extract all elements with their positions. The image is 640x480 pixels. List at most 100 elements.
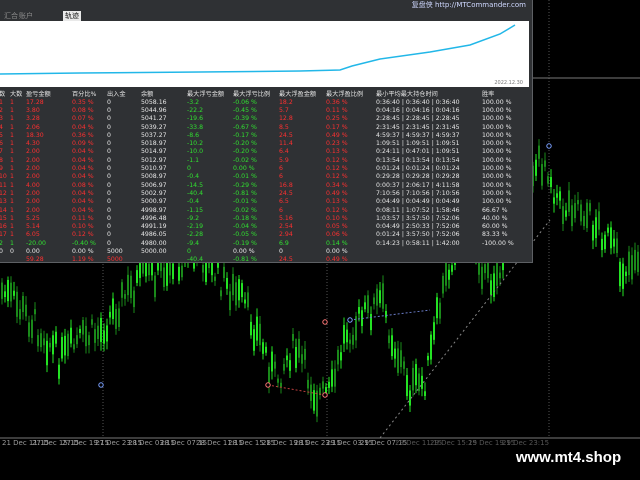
table-cell: 2:28:45 | 2:28:45 | 2:28:45 bbox=[376, 115, 460, 123]
table-cell: 0 bbox=[10, 247, 14, 255]
table-cell: 0.09 % bbox=[72, 140, 94, 148]
table-cell: 0.36 % bbox=[72, 131, 94, 139]
table-cell: 100.00 % bbox=[482, 140, 512, 148]
table-cell: 1 bbox=[10, 156, 14, 164]
table-cell: -40.4 bbox=[187, 189, 204, 197]
table-cell: 1 bbox=[10, 189, 14, 197]
table-cell: 66.67 % bbox=[482, 206, 508, 214]
brand-url[interactable]: http://MTCommander.com bbox=[435, 1, 526, 9]
table-cell bbox=[376, 256, 482, 264]
table-cell: -0.4 bbox=[187, 173, 200, 181]
table-cell: -0.67 % bbox=[233, 123, 257, 131]
table-row: 9 1 2.00 0.04 % 0 5010.97 0 0.00 % 6 0.12 % 0:01:2… bbox=[0, 164, 518, 172]
table-cell: 6 bbox=[279, 173, 283, 181]
table-cell: 0.07 % bbox=[72, 115, 94, 123]
table-cell: 1 bbox=[10, 206, 14, 214]
table-cell: 1 bbox=[10, 231, 14, 239]
table-cell: 0.11 % bbox=[72, 214, 94, 222]
table-cell: 11.4 bbox=[279, 140, 293, 148]
table-cell: 0 bbox=[107, 214, 111, 222]
table-cell: 1:03:57 | 3:57:50 | 7:52:06 bbox=[376, 214, 460, 222]
table-cell: 18.2 bbox=[279, 98, 293, 106]
table-cell: 0.04 % bbox=[72, 198, 94, 206]
table-cell: -0.4 bbox=[187, 198, 200, 206]
table-cell: 6.9 bbox=[279, 239, 289, 247]
table-cell: 100.00 % bbox=[482, 148, 512, 156]
table-cell: -0.02 % bbox=[233, 156, 257, 164]
table-cell: 0 bbox=[107, 206, 111, 214]
table-cell: 60.00 % bbox=[482, 223, 508, 231]
table-cell: 0.49 % bbox=[326, 189, 348, 197]
table-cell: 0.13 % bbox=[326, 198, 348, 206]
table-cell: 2.00 bbox=[26, 189, 40, 197]
table-cell: 0 bbox=[107, 140, 111, 148]
table-row: 2 1 -20.00 -0.40 % 0 4980.00 -9.4 -0.19 % 6.9 0.1… bbox=[0, 239, 518, 247]
table-cell: 0 bbox=[107, 239, 111, 247]
trade-marker[interactable] bbox=[322, 319, 328, 325]
table-cell: -0.04 % bbox=[233, 223, 257, 231]
table-cell: 6.5 bbox=[279, 198, 289, 206]
table-cell: -1.1 bbox=[187, 156, 200, 164]
table-cell: 59.28 bbox=[26, 256, 44, 264]
table-cell: -100.00 % bbox=[482, 239, 514, 247]
table-cell: 0.04 % bbox=[72, 148, 94, 156]
column-header: 最大浮亏比例 bbox=[233, 91, 271, 98]
table-cell: 1 bbox=[10, 223, 14, 231]
table-cell: 0.34 % bbox=[326, 181, 348, 189]
trade-marker[interactable] bbox=[98, 382, 104, 388]
table-cell: 0 bbox=[0, 247, 3, 255]
table-cell: 2.00 bbox=[26, 173, 40, 181]
table-cell: 1.19 % bbox=[72, 256, 94, 264]
table-cell: -0.17 % bbox=[233, 131, 257, 139]
table-cell: -0.01 % bbox=[233, 198, 257, 206]
table-cell: 100.00 % bbox=[482, 181, 512, 189]
table-cell: 0.00 % bbox=[72, 247, 94, 255]
table-cell: 1 bbox=[0, 98, 3, 106]
table-cell: -0.02 % bbox=[233, 206, 257, 214]
table-cell: 5 bbox=[0, 131, 3, 139]
table-cell: -10.2 bbox=[187, 140, 204, 148]
table-cell: 0.35 % bbox=[72, 98, 94, 106]
table-cell: 7 bbox=[0, 148, 3, 156]
table-cell: 24.5 bbox=[279, 256, 293, 264]
table-cell: -33.8 bbox=[187, 123, 204, 131]
table-cell: 0 bbox=[107, 198, 111, 206]
table-cell: -0.19 % bbox=[233, 239, 257, 247]
table-row: 14 1 2.00 0.04 % 0 4998.97 -1.15 -0.02 % 6 0.12 %… bbox=[0, 206, 518, 214]
table-cell: 0:24:11 | 0:47:01 | 1:09:51 bbox=[376, 148, 460, 156]
table-cell: 24.5 bbox=[279, 131, 293, 139]
table-cell: 5012.97 bbox=[141, 156, 167, 164]
table-cell: -0.81 % bbox=[233, 189, 257, 197]
table-cell bbox=[376, 247, 482, 255]
table-cell: 6 bbox=[0, 140, 3, 148]
table-cell: 2 bbox=[0, 239, 3, 247]
table-cell: 1 bbox=[10, 148, 14, 156]
table-cell: 1 bbox=[10, 106, 14, 114]
table-cell: 0.04 % bbox=[72, 173, 94, 181]
table-row: 17 1 6.05 0.12 % 0 4986.05 -2.28 -0.05 % 2.94 0.0… bbox=[0, 231, 518, 239]
table-cell: 17 bbox=[0, 231, 7, 239]
table-cell: 1:09:51 | 1:09:51 | 1:09:51 bbox=[376, 140, 460, 148]
table-cell: 16.8 bbox=[279, 181, 293, 189]
table-cell: 100.00 % bbox=[482, 123, 512, 131]
table-cell: 14 bbox=[0, 206, 7, 214]
table-row: 13 1 2.00 0.04 % 0 5000.97 -0.4 -0.01 % 6.5 0.13 … bbox=[0, 198, 518, 206]
table-cell: 4980.00 bbox=[141, 239, 167, 247]
table-cell: 12 bbox=[0, 189, 7, 197]
table-row: 0 0 0.00 0.00 % 5000 5000.00 0 0.00 % 0 0.00 % bbox=[0, 247, 518, 255]
table-cell: 100.00 % bbox=[482, 165, 512, 173]
trade-marker[interactable] bbox=[322, 392, 328, 398]
table-cell: 5.9 bbox=[279, 156, 289, 164]
table-cell: 3.80 bbox=[26, 106, 40, 114]
trade-marker[interactable] bbox=[546, 143, 552, 149]
table-cell: 5014.97 bbox=[141, 148, 167, 156]
table-row: 7 1 2.00 0.04 % 0 5014.97 -10.0 -0.20 % 6.4 0.13 … bbox=[0, 148, 518, 156]
table-cell: -1.15 bbox=[187, 206, 204, 214]
table-cell: 0.00 % bbox=[233, 165, 255, 173]
table-cell: 10 bbox=[0, 173, 7, 181]
table-cell: 2 bbox=[0, 106, 3, 114]
trade-marker[interactable] bbox=[347, 317, 353, 323]
table-cell: 1 bbox=[10, 239, 14, 247]
table-cell: 100.00 % bbox=[482, 106, 512, 114]
trade-marker[interactable] bbox=[265, 382, 271, 388]
